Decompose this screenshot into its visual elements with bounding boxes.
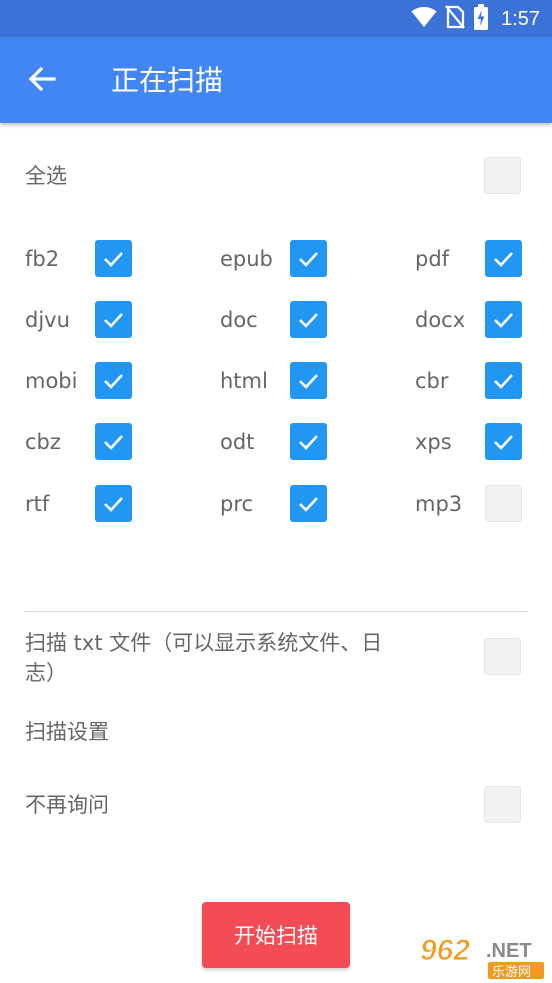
battery-charging-icon: [473, 4, 489, 34]
format-checkbox-html[interactable]: [290, 362, 327, 399]
format-label-epub: epub: [220, 247, 273, 271]
format-checkbox-mobi[interactable]: [95, 362, 132, 399]
divider: [25, 611, 527, 612]
format-checkbox-doc[interactable]: [290, 301, 327, 338]
format-label-rtf: rtf: [25, 492, 50, 516]
format-checkbox-cbr[interactable]: [485, 362, 522, 399]
page-title: 正在扫描: [111, 64, 224, 97]
format-checkbox-rtf[interactable]: [95, 485, 132, 522]
format-label-djvu: djvu: [25, 308, 70, 332]
format-label-cbz: cbz: [25, 430, 61, 454]
app-bar: 正在扫描: [0, 37, 552, 123]
format-checkbox-xps[interactable]: [485, 423, 522, 460]
format-label-html: html: [220, 369, 268, 393]
format-checkbox-docx[interactable]: [485, 301, 522, 338]
format-label-pdf: pdf: [415, 247, 450, 271]
back-button[interactable]: [18, 57, 66, 105]
svg-text:.NET: .NET: [486, 940, 532, 962]
format-checkbox-mp3[interactable]: [485, 485, 522, 522]
scan-txt-label-line2: 志）: [25, 661, 67, 685]
format-label-fb2: fb2: [25, 247, 60, 271]
checkmark-icon: [299, 435, 318, 450]
checkmark-icon: [104, 252, 123, 267]
select-all-checkbox[interactable]: [484, 157, 521, 194]
checkmark-icon: [494, 313, 513, 328]
checkmark-icon: [299, 313, 318, 328]
format-checkbox-epub[interactable]: [290, 240, 327, 277]
format-label-docx: docx: [415, 308, 466, 332]
format-checkbox-djvu[interactable]: [95, 301, 132, 338]
status-bar: 1:57: [0, 0, 552, 37]
format-label-mp3: mp3: [415, 492, 463, 516]
checkmark-icon: [104, 435, 123, 450]
format-label-prc: prc: [220, 492, 254, 516]
format-checkbox-pdf[interactable]: [485, 240, 522, 277]
format-checkbox-fb2[interactable]: [95, 240, 132, 277]
checkmark-icon: [299, 374, 318, 389]
arrow-left-icon: [28, 66, 56, 96]
no-sim-icon: [445, 5, 465, 33]
dont-ask-checkbox[interactable]: [484, 786, 521, 823]
checkmark-icon: [104, 497, 123, 512]
format-checkbox-cbz[interactable]: [95, 423, 132, 460]
start-scan-button[interactable]: 开始扫描: [202, 902, 350, 968]
scan-txt-label-line1: 扫描 txt 文件（可以显示系统文件、日: [25, 631, 383, 655]
svg-text:乐游网: 乐游网: [492, 965, 531, 980]
select-all-label: 全选: [25, 164, 67, 188]
format-label-cbr: cbr: [415, 369, 449, 393]
checkmark-icon: [104, 313, 123, 328]
wifi-icon: [411, 6, 437, 32]
checkmark-icon: [299, 252, 318, 267]
svg-text:962: 962: [420, 934, 470, 967]
checkmark-icon: [494, 252, 513, 267]
checkmark-icon: [299, 497, 318, 512]
format-checkbox-prc[interactable]: [290, 485, 327, 522]
scan-settings-label[interactable]: 扫描设置: [25, 717, 109, 747]
status-icons: 1:57: [411, 4, 540, 34]
status-time: 1:57: [501, 7, 540, 30]
checkmark-icon: [104, 374, 123, 389]
format-label-mobi: mobi: [25, 369, 78, 393]
checkmark-icon: [494, 374, 513, 389]
checkmark-icon: [494, 435, 513, 450]
format-label-doc: doc: [220, 308, 258, 332]
dont-ask-label: 不再询问: [25, 793, 109, 817]
scan-txt-checkbox[interactable]: [484, 638, 521, 675]
format-label-xps: xps: [415, 430, 452, 454]
watermark-logo: 962 .NET 乐游网: [414, 929, 549, 981]
format-label-odt: odt: [220, 430, 255, 454]
format-checkbox-odt[interactable]: [290, 423, 327, 460]
